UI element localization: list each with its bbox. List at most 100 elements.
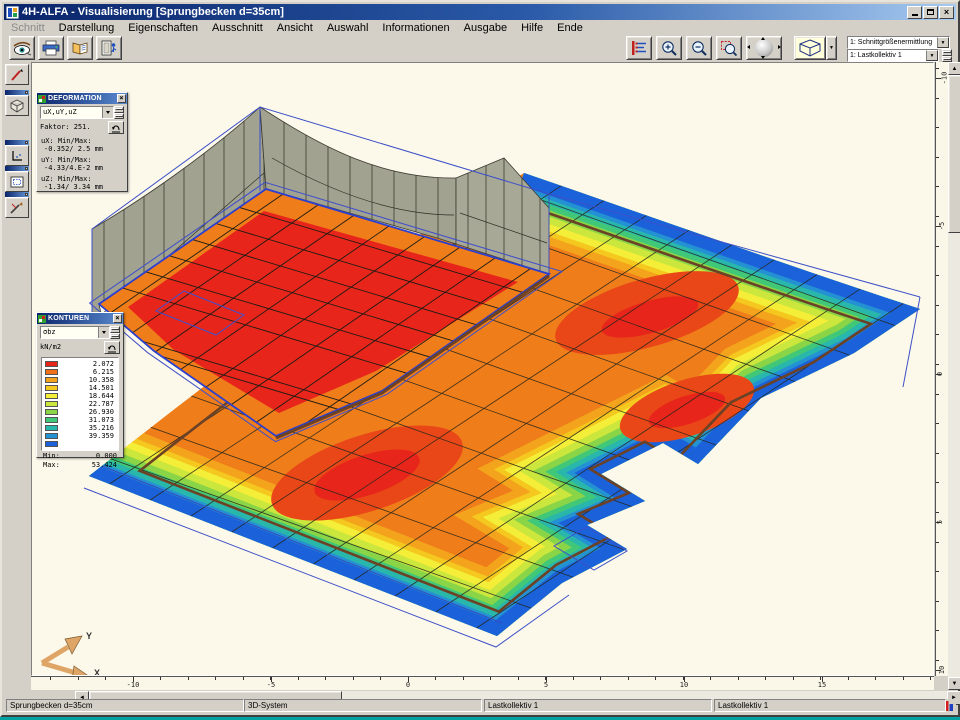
panel-icon [38,95,46,103]
legend-value: 18.644 [58,392,116,400]
tool-window-3d-view[interactable] [5,90,29,116]
legend-min-value: 0.000 [96,452,117,460]
loadcase-spinner[interactable] [942,49,952,62]
konturen-spinner[interactable] [110,326,120,339]
chevron-down-icon[interactable]: ▼ [937,37,949,48]
mini-title-bar [5,140,29,145]
legend-swatch [45,369,58,375]
konturen-panel-title: KONTUREN [48,315,113,322]
konturen-panel-titlebar[interactable]: KONTUREN × [37,313,123,324]
drawing-canvas[interactable]: Y X DEFORMATION × uX,uY,uZ [31,62,934,676]
deformation-spinner[interactable] [114,106,124,119]
red-pen-icon [9,68,25,82]
maximize-button[interactable] [923,6,938,19]
result-type-combo[interactable]: 1: Schnittgrößenermittlung ▼ [847,36,950,49]
menu-item-darstellung[interactable]: Darstellung [52,22,122,34]
deformation-stat-value: -0.352/ 2.5 mm [44,145,127,153]
mini-title-bar [5,166,29,171]
zoom-window-button[interactable] [716,36,742,60]
zoom-out-button[interactable] [686,36,712,60]
close-icon[interactable] [25,167,28,170]
menu-item-auswahl[interactable]: Auswahl [320,22,376,34]
printer-icon [42,40,60,56]
scroll-down-icon[interactable]: ▼ [948,677,960,690]
display-list-button[interactable] [626,36,652,60]
close-icon[interactable]: × [113,314,122,323]
menu-item-hilfe[interactable]: Hilfe [514,22,550,34]
title-bar: 4H-ALFA - Visualisierung [Sprungbecken d… [4,4,956,20]
konturen-unit: kN/m2 [40,343,61,352]
deformation-panel-titlebar[interactable]: DEFORMATION × [37,93,127,104]
chevron-down-icon[interactable] [102,107,113,118]
chevron-down-icon[interactable] [98,327,109,338]
close-icon[interactable] [25,141,28,144]
redraw-arrow-icon [106,343,118,353]
legend-row: 35.216 [45,424,116,432]
close-icon[interactable]: × [117,94,126,103]
legend-row: 31.073 [45,416,116,424]
h-ruler-label: 10 [680,681,688,689]
vertical-scroll-thumb[interactable] [948,75,960,233]
status-field: Lastkollektiv 1 [484,699,712,712]
box-3d-icon [9,99,25,113]
legend-value: 22.787 [58,400,116,408]
redraw-button[interactable] [108,121,124,134]
left-tool-strip [4,62,31,699]
chevron-down-icon[interactable]: ▼ [926,50,938,61]
vertical-scrollbar[interactable]: ▲ ▼ [948,62,960,690]
mini-title-bar [5,90,29,95]
menu-item-eigenschaften[interactable]: Eigenschaften [121,22,205,34]
legend-row: 14.501 [45,384,116,392]
deformation-factor: Faktor: 251. [40,123,91,132]
tool-window-clip[interactable] [5,166,29,192]
status-field: 3D-System [244,699,482,712]
spinner-down-icon[interactable] [110,333,120,340]
book-icon [71,40,89,56]
menu-item-ausschnitt[interactable]: Ausschnitt [205,22,270,34]
fem-3d-scene: Y X [32,63,934,676]
legend-swatch [45,433,58,439]
close-button[interactable]: × [939,6,954,19]
menu-item-ende[interactable]: Ende [550,22,590,34]
tool-window-section[interactable] [5,192,29,218]
scroll-up-icon[interactable]: ▲ [948,62,960,75]
deformation-combo[interactable]: uX,uY,uZ [40,106,114,119]
clip-rect-icon [9,175,25,189]
legend-swatch [45,441,58,447]
exit-button[interactable] [96,36,122,60]
pan-control[interactable] [746,36,782,60]
deformation-panel[interactable]: DEFORMATION × uX,uY,uZ Faktor: 251. [36,92,128,192]
axis-y-label: Y [86,631,92,641]
close-icon[interactable] [25,193,28,196]
deformation-stats: uX: Min/Max:-0.352/ 2.5 mmuY: Min/Max:-4… [37,137,127,191]
minimize-button[interactable] [907,6,922,19]
legend-value: 35.216 [58,424,116,432]
view-cube-dropdown[interactable]: ▼ [826,36,837,60]
window-title: 4H-ALFA - Visualisierung [Sprungbecken d… [22,6,906,18]
deformation-stat-label: uY: Min/Max: [41,156,127,164]
redraw-button[interactable] [104,341,120,354]
menu-item-ansicht[interactable]: Ansicht [270,22,320,34]
app-icon [6,6,19,19]
deformation-stat-value: -4.33/4.E-2 mm [44,164,127,172]
print-button[interactable] [38,36,64,60]
menu-item-informationen[interactable]: Informationen [375,22,456,34]
panel-icon [38,315,46,323]
close-icon[interactable] [25,91,28,94]
legend-swatch [45,425,58,431]
report-book-button[interactable] [67,36,93,60]
konturen-combo-value: σbz [41,327,98,338]
view-cube-button[interactable] [794,36,826,60]
tool-window-draw[interactable] [5,64,29,85]
eye-icon [12,40,32,57]
legend-row: 22.787 [45,400,116,408]
loadcase-combo[interactable]: 1: Lastkollektiv 1 ▼ [847,49,939,62]
konturen-combo[interactable]: σbz [40,326,110,339]
spinner-down-icon[interactable] [114,113,124,120]
tool-window-coords[interactable] [5,140,29,166]
zoom-in-button[interactable] [656,36,682,60]
mini-title-bar [5,192,29,197]
konturen-panel[interactable]: KONTUREN × σbz kN/m2 [36,312,124,458]
menu-item-ausgabe[interactable]: Ausgabe [457,22,514,34]
view-eye-button[interactable] [9,36,35,60]
